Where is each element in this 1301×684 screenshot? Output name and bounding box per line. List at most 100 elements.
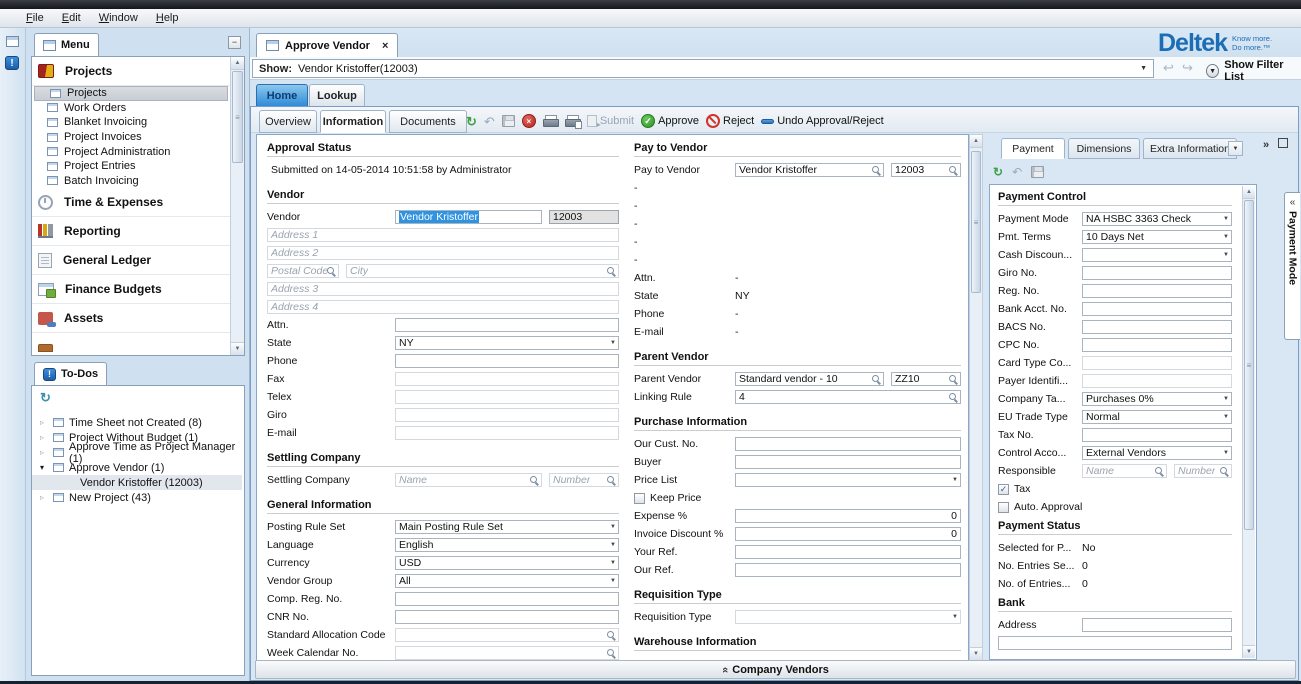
expand-icon[interactable]: ▹ [40,418,48,427]
input-field[interactable] [395,408,619,422]
dropdown-arrow-icon[interactable]: ▼ [610,560,616,566]
print-preview-icon[interactable] [565,115,580,127]
input-field[interactable]: Vendor Kristoffer [735,163,884,177]
nav-group-finance-budgets[interactable]: Finance Budgets [32,275,230,304]
tab-overview[interactable]: Overview [259,110,317,133]
todos-panel-icon[interactable]: ! [5,56,19,70]
input-field[interactable] [395,390,619,404]
tab-documents[interactable]: Documents [389,110,467,133]
refresh-icon[interactable]: ↻ [40,390,51,405]
print-icon[interactable] [543,115,558,127]
sidebar-item-batch-invoicing[interactable]: Batch Invoicing [32,174,230,189]
menu-edit[interactable]: Edit [62,12,81,24]
scroll-up-icon[interactable]: ▲ [1243,186,1255,199]
tab-extra-information[interactable]: Extra Information [1143,138,1237,159]
sidebar-item-projects[interactable]: Projects [34,86,228,101]
tab-information[interactable]: Information [320,110,386,133]
expand-icon[interactable]: ▹ [40,493,48,502]
select-field[interactable]: NA HSBC 3363 Check▼ [1082,212,1232,226]
input-field[interactable]: Postal Code [267,264,339,278]
todo-item-approve-time[interactable]: ▹ Approve Time as Project Manager (1) [32,445,242,460]
input-field[interactable] [395,628,619,642]
scroll-down-icon[interactable]: ▼ [231,342,244,355]
input-field[interactable] [1082,302,1232,316]
scrollbar-thumb[interactable]: ≡ [1244,200,1254,530]
input-field[interactable]: Number [1174,464,1232,478]
input-field[interactable]: 0 [735,509,961,523]
input-field[interactable] [998,636,1232,650]
search-icon[interactable] [607,649,616,658]
refresh-icon[interactable]: ↻ [993,166,1003,178]
tab-overflow-dropdown-icon[interactable]: ▼ [1228,141,1243,156]
search-icon[interactable] [1155,467,1164,476]
input-field[interactable] [395,372,619,386]
sidebar-item-blanket-invoicing[interactable]: Blanket Invoicing [32,115,230,130]
menu-panel-icon[interactable] [6,36,19,47]
nav-group-assets[interactable]: Assets [32,304,230,333]
input-field[interactable] [1082,428,1232,442]
input-field[interactable] [395,610,619,624]
dropdown-arrow-icon[interactable]: ▼ [610,542,616,548]
select-field[interactable]: Normal▼ [1082,410,1232,424]
undo-icon[interactable]: ↶ [484,115,495,128]
select-field[interactable]: Main Posting Rule Set▼ [395,520,619,534]
panel-scrollbar[interactable]: ▲ ≡ ▼ [1242,186,1255,658]
scroll-up-icon[interactable]: ▲ [231,57,244,70]
payment-mode-side-tab[interactable]: « Payment Mode [1284,192,1300,340]
input-field[interactable]: Vendor Kristoffer [395,210,542,224]
dropdown-arrow-icon[interactable]: ▼ [610,524,616,530]
reject-button[interactable]: Reject [706,114,754,128]
checkbox[interactable] [634,493,645,504]
dropdown-arrow-icon[interactable]: ▼ [610,578,616,584]
scroll-down-icon[interactable]: ▼ [1243,645,1255,658]
close-icon[interactable]: × [382,40,388,52]
input-field[interactable] [1082,374,1232,388]
tab-lookup[interactable]: Lookup [309,84,365,106]
input-field[interactable]: Standard vendor - 10 [735,372,884,386]
input-field[interactable]: 0 [735,527,961,541]
dropdown-arrow-icon[interactable]: ▼ [1223,396,1229,402]
input-field[interactable]: Address 3 [267,282,619,296]
input-field[interactable] [735,455,961,469]
dropdown-arrow-icon[interactable]: ▼ [1223,216,1229,222]
sidebar-item-project-entries[interactable]: Project Entries [32,159,230,174]
nav-group-reporting[interactable]: Reporting [32,217,230,246]
dropdown-arrow-icon[interactable]: ▼ [1223,414,1229,420]
input-field[interactable] [395,318,619,332]
input-field[interactable]: Address 4 [267,300,619,314]
input-field[interactable] [1082,320,1232,334]
approve-button[interactable]: ✓ Approve [641,114,699,128]
dropdown-arrow-icon[interactable]: ▼ [1223,252,1229,258]
scroll-down-icon[interactable]: ▼ [970,647,982,660]
menu-file[interactable]: File [26,12,44,24]
input-field[interactable]: Number [549,473,619,487]
expand-icon[interactable]: ▹ [40,448,48,457]
nav-group-general-ledger[interactable]: General Ledger [32,246,230,275]
tab-dimensions[interactable]: Dimensions [1068,138,1140,159]
search-icon[interactable] [872,166,881,175]
search-icon[interactable] [949,166,958,175]
form-scrollbar[interactable]: ▲ ≡ ▼ [969,134,983,661]
select-field[interactable]: 10 Days Net▼ [1082,230,1232,244]
search-icon[interactable] [949,375,958,384]
select-field[interactable]: NY▼ [395,336,619,350]
history-forward-icon[interactable]: ↪ [1182,60,1193,76]
input-field[interactable]: 12003 [891,163,961,177]
dropdown-arrow-icon[interactable]: ▼ [1223,450,1229,456]
sidebar-scrollbar[interactable]: ▲ ≡ ▼ [230,57,244,355]
select-field[interactable]: English▼ [395,538,619,552]
expand-icon[interactable]: ▹ [40,433,48,442]
dropdown-arrow-icon[interactable]: ▼ [610,340,616,346]
delete-icon[interactable]: × [522,114,536,128]
undo-approval-reject-button[interactable]: Undo Approval/Reject [761,115,883,127]
input-field[interactable] [1082,356,1232,370]
input-field[interactable] [395,646,619,660]
input-field[interactable] [735,563,961,577]
scrollbar-thumb[interactable]: ≡ [232,71,243,163]
select-field[interactable]: USD▼ [395,556,619,570]
select-field[interactable]: ▼ [735,610,961,624]
sidebar-collapse-button[interactable]: − [228,36,241,49]
nav-group-time-expenses[interactable]: Time & Expenses [32,188,230,217]
dropdown-arrow-icon[interactable]: ▼ [952,477,958,483]
input-field[interactable]: ZZ10 [891,372,961,386]
